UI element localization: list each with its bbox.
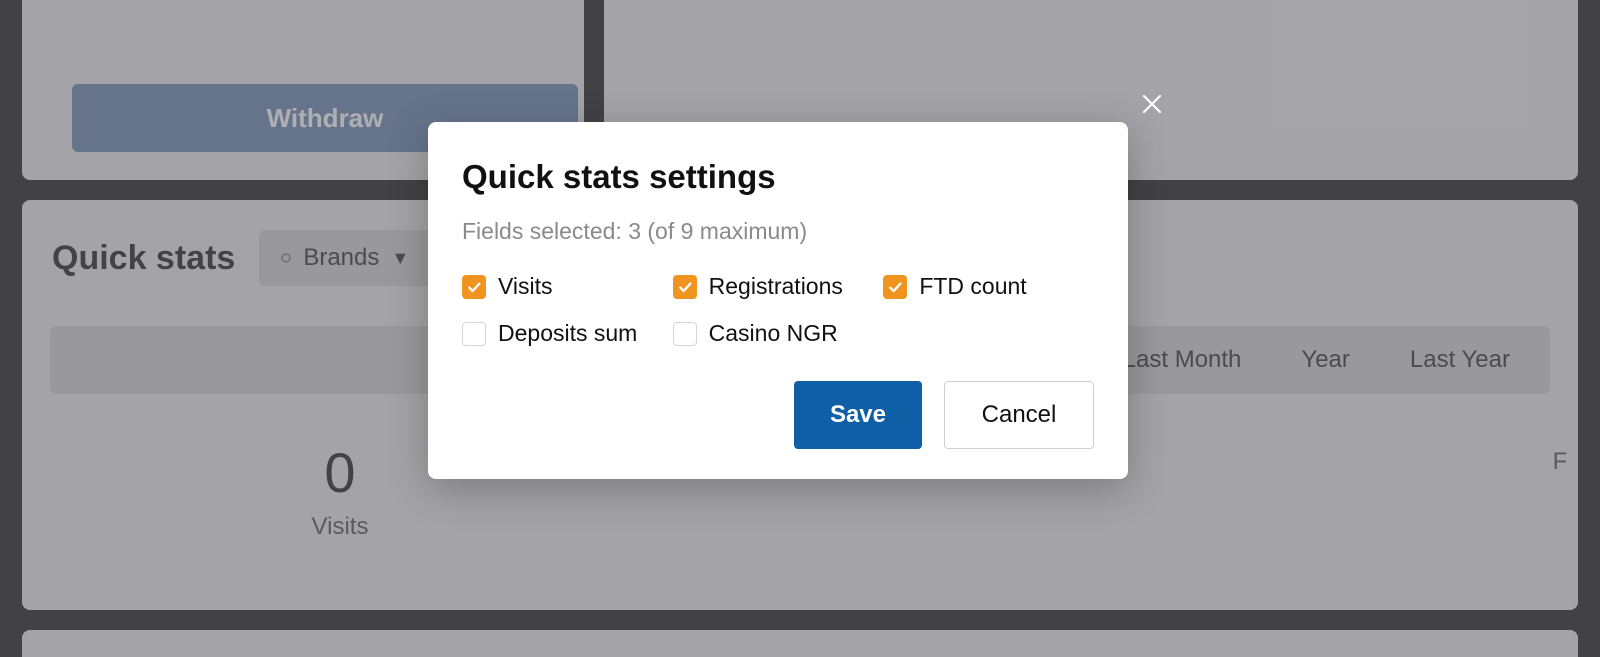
check-label: FTD count [919, 273, 1026, 300]
check-visits[interactable]: Visits [462, 273, 673, 300]
modal-actions: Save Cancel [462, 381, 1094, 449]
cancel-button[interactable]: Cancel [944, 381, 1094, 449]
checkbox-icon [673, 322, 697, 346]
checkbox-icon [673, 275, 697, 299]
cancel-label: Cancel [982, 401, 1057, 429]
modal-subtitle: Fields selected: 3 (of 9 maximum) [462, 218, 1094, 245]
checkbox-grid: Visits Registrations FTD count Deposits … [462, 273, 1094, 347]
check-label: Registrations [709, 273, 843, 300]
check-label: Visits [498, 273, 553, 300]
checkbox-icon [462, 275, 486, 299]
check-label: Deposits sum [498, 320, 637, 347]
checkbox-icon [462, 322, 486, 346]
check-label: Casino NGR [709, 320, 838, 347]
check-registrations[interactable]: Registrations [673, 273, 884, 300]
save-button[interactable]: Save [794, 381, 922, 449]
save-label: Save [830, 401, 886, 429]
close-icon[interactable] [1138, 90, 1166, 118]
modal-title: Quick stats settings [462, 158, 1094, 196]
check-ftd-count[interactable]: FTD count [883, 273, 1094, 300]
checkbox-icon [883, 275, 907, 299]
quick-stats-settings-modal: Quick stats settings Fields selected: 3 … [428, 122, 1128, 479]
check-casino-ngr[interactable]: Casino NGR [673, 320, 884, 347]
check-deposits-sum[interactable]: Deposits sum [462, 320, 673, 347]
